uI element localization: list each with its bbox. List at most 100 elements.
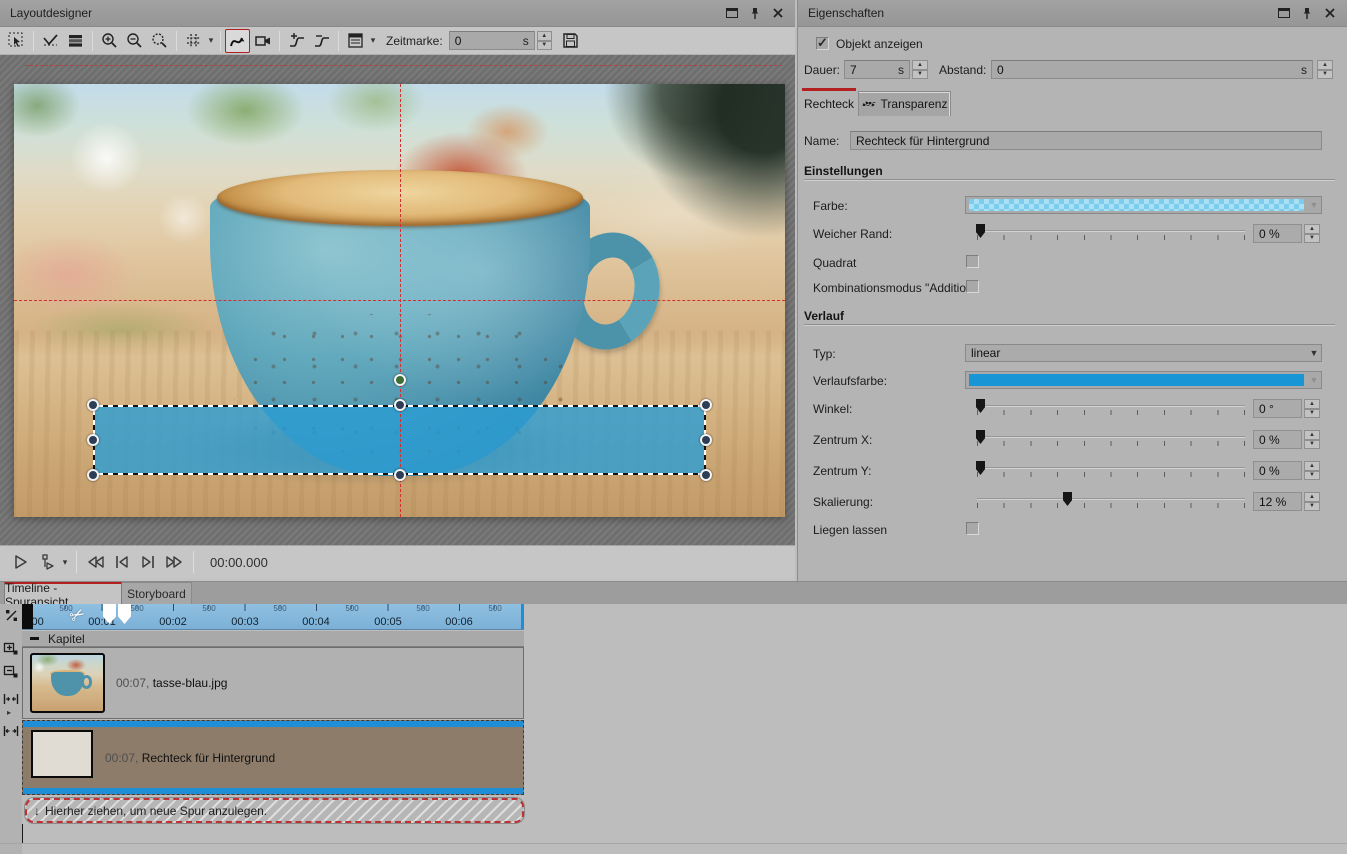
collapse-icon[interactable] [30,637,39,640]
resize-handle-bottom-left[interactable] [87,469,99,481]
weicher-rand-label: Weicher Rand: [813,227,892,241]
skip-to-end-button[interactable] [135,549,161,575]
zentrum-x-slider[interactable] [977,430,1245,450]
photo-cup-rim [217,170,583,226]
float-window-icon[interactable] [1277,6,1291,20]
chevron-down-icon [1307,375,1321,385]
zeitmarke-input[interactable]: 0 s [449,31,535,50]
close-icon[interactable] [1323,6,1337,20]
resize-handle-top-center[interactable] [394,399,406,411]
motion-path-tool-button[interactable] [225,29,250,53]
save-button[interactable] [558,29,583,53]
show-object-checkbox[interactable] [816,37,829,50]
play-options-caret[interactable] [60,551,70,573]
thumbnail-cup-body [51,672,84,697]
kapitel-track-header[interactable]: Kapitel [22,631,524,647]
track-row-rechteck-selected[interactable]: 00:07, Rechteck für Hintergrund [22,720,524,795]
tab-storyboard[interactable]: Storyboard [122,582,192,605]
clip-duration: 00:07, [116,676,149,690]
zentrum-x-value-box[interactable]: 0 % [1253,430,1302,449]
verlaufsfarbe-color-picker[interactable] [965,371,1322,389]
select-tool-button[interactable] [4,29,29,53]
zoom-timeline-caret[interactable] [7,708,11,717]
zoom-out-icon[interactable] [122,29,147,53]
winkel-value-box[interactable]: 0 ° [1253,399,1302,418]
tab-timeline-spuransicht[interactable]: Timeline - Spuransicht [4,582,122,605]
typ-select[interactable]: linear [965,344,1322,362]
zentrum-y-slider[interactable] [977,461,1245,481]
kombinationsmodus-checkbox[interactable] [966,280,979,293]
close-icon[interactable] [771,6,785,20]
zoom-timeline-expand-icon[interactable] [2,722,20,740]
liegen-lassen-checkbox[interactable] [966,522,979,535]
zentrum-x-stepper[interactable] [1304,430,1320,449]
farbe-color-picker[interactable] [965,196,1322,214]
zeitmarke-stepper[interactable] [537,31,552,50]
abstand-stepper[interactable] [1317,60,1333,79]
zoom-timeline-fit-icon[interactable] [2,690,20,708]
selected-rectangle-object[interactable] [93,405,706,475]
zentrum-y-value-box[interactable]: 0 % [1253,461,1302,480]
toolbar-separator [220,31,221,51]
clip-thumbnail [30,653,105,713]
abstand-input[interactable]: 0 s [991,60,1313,79]
view-options-button[interactable] [343,29,368,53]
add-curve-point-button[interactable] [284,29,309,53]
new-track-dropzone[interactable]: Hierher ziehen, um neue Spur anzulegen. [25,798,524,823]
scale-mode-toggle-icon[interactable] [2,606,20,624]
play-button[interactable] [8,549,34,575]
resize-handle-top-right[interactable] [700,399,712,411]
remove-curve-point-button[interactable] [309,29,334,53]
range-marker-flag[interactable] [118,604,131,624]
dauer-stepper[interactable] [912,60,928,79]
resize-handle-bottom-center[interactable] [394,469,406,481]
skalierung-slider[interactable] [977,492,1245,512]
rewind-button[interactable] [83,549,109,575]
winkel-stepper[interactable] [1304,399,1320,418]
name-input[interactable]: Rechteck für Hintergrund [850,131,1322,150]
timeline-section: Timeline - Spuransicht Storyboard [0,581,1347,854]
resize-handle-middle-right[interactable] [700,434,712,446]
slider-track [977,405,1245,407]
track-row-tasse-blau[interactable]: 00:07, tasse-blau.jpg [22,647,524,719]
skalierung-value-box[interactable]: 12 % [1253,492,1302,511]
fast-forward-button[interactable] [161,549,187,575]
remove-track-icon[interactable] [2,663,20,681]
curve-select-tool-button[interactable] [38,29,63,53]
view-options-dropdown-caret[interactable] [368,30,378,52]
weicher-rand-value-box[interactable]: 0 % [1253,224,1302,243]
rotate-handle[interactable] [394,374,406,386]
resize-handle-middle-left[interactable] [87,434,99,446]
skip-to-start-button[interactable] [109,549,135,575]
pin-icon[interactable] [1300,6,1314,20]
resize-handle-bottom-right[interactable] [700,469,712,481]
winkel-slider[interactable] [977,399,1245,419]
ruler-label: 00:05 [374,616,402,628]
skalierung-stepper[interactable] [1304,492,1320,511]
float-window-icon[interactable] [725,6,739,20]
resize-handle-top-left[interactable] [87,399,99,411]
tab-transparenz[interactable]: Transparenz [858,91,951,116]
add-track-icon[interactable] [2,640,20,658]
down-arrow-icon [34,804,40,818]
zentrum-y-label: Zentrum Y: [813,464,871,478]
grid-icon[interactable] [181,29,206,53]
layoutdesigner-title: Layoutdesigner [10,6,92,20]
preview-canvas[interactable] [14,84,785,517]
quadrat-checkbox[interactable] [966,255,979,268]
weicher-rand-slider[interactable] [977,224,1245,244]
slider-track [977,467,1245,469]
zoom-fit-icon[interactable] [147,29,172,53]
play-from-timemark-button[interactable] [34,549,60,575]
layers-tool-button[interactable] [63,29,88,53]
zentrum-y-stepper[interactable] [1304,461,1320,480]
grid-dropdown-caret[interactable] [206,30,216,52]
weicher-rand-stepper[interactable] [1304,224,1320,243]
camera-tool-button[interactable] [250,29,275,53]
tab-rechteck[interactable]: Rechteck [802,91,856,116]
playhead[interactable] [22,604,33,630]
pin-icon[interactable] [748,6,762,20]
zoom-in-icon[interactable] [97,29,122,53]
timeline-ruler[interactable]: 00:00 00:01 00:02 00:03 00:04 00:05 00:0… [22,604,524,630]
dauer-input[interactable]: 7 s [844,60,910,79]
